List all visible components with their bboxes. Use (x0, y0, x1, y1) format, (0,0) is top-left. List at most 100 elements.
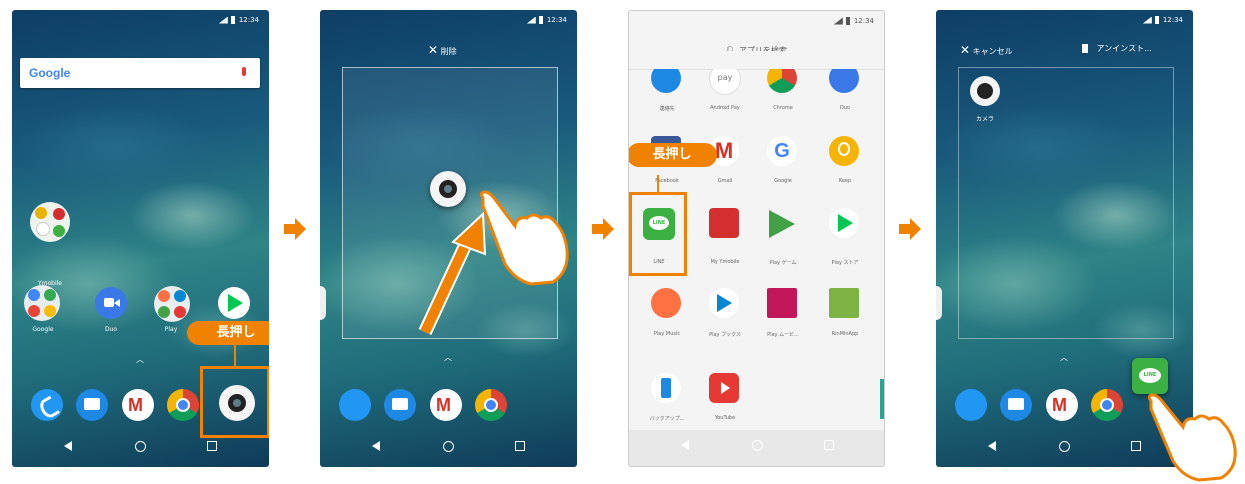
battery-icon (845, 17, 850, 25)
play-store-icon[interactable] (218, 287, 250, 319)
arrow-right-icon (592, 218, 614, 240)
mic-icon[interactable] (242, 67, 246, 76)
app-label: My Ymobile (710, 259, 740, 265)
play-books-icon[interactable] (709, 288, 739, 318)
youtube-icon[interactable] (709, 373, 739, 403)
search-bar-cover (629, 51, 884, 69)
gmail-icon[interactable]: M (1046, 389, 1078, 421)
remove-label: 削除 (440, 47, 457, 56)
messages-icon[interactable] (384, 389, 416, 421)
status-time: 12:34 (238, 16, 259, 24)
my-ymobile-icon[interactable] (709, 208, 739, 238)
scroll-indicator[interactable] (880, 379, 884, 419)
recents-icon[interactable] (1131, 441, 1141, 451)
recents-icon[interactable] (824, 440, 834, 450)
app-label: YouTube (714, 415, 736, 421)
chrome-icon[interactable] (1091, 389, 1123, 421)
play-folder-icon[interactable] (154, 286, 190, 322)
nav-bar (629, 430, 884, 466)
home-icon[interactable] (1059, 441, 1070, 452)
google-folder-icon[interactable] (24, 285, 60, 321)
status-time: 12:34 (1162, 16, 1183, 24)
phone-icon[interactable] (31, 389, 63, 421)
app-label: Play ムービ... (767, 332, 799, 338)
folder-icon[interactable] (30, 202, 70, 242)
close-icon: ✕ (960, 43, 971, 57)
app-label: Keep (838, 178, 852, 184)
recents-icon[interactable] (515, 441, 525, 451)
app-label: Play ストア (831, 260, 859, 266)
messages-icon[interactable] (1000, 389, 1032, 421)
arrow-right-icon (899, 218, 921, 240)
duo-label: Duo (104, 326, 118, 333)
google-icon[interactable]: G (767, 136, 797, 166)
gmail-icon[interactable]: M (122, 389, 154, 421)
back-icon[interactable] (64, 441, 72, 451)
phone-screen-2: 12:34 ✕ 削除 ︿ M (320, 10, 577, 467)
play-music-icon[interactable] (651, 288, 681, 318)
app-label: LINE (653, 259, 665, 265)
signal-icon (218, 16, 228, 24)
app-drawer-up-icon[interactable]: ︿ (136, 354, 144, 365)
google-label: Google (32, 326, 54, 333)
camera-icon[interactable] (219, 385, 255, 421)
phone-screen-1: 12:34 Google Ymobile Google Duo Play ︿ M… (12, 10, 269, 467)
signal-icon (1142, 16, 1152, 24)
app-label: RinMinApp (831, 331, 859, 337)
signal-icon (833, 17, 843, 25)
home-icon[interactable] (135, 441, 146, 452)
status-bar: 12:34 (12, 10, 269, 30)
phone-icon[interactable] (955, 389, 987, 421)
status-time: 12:34 (546, 16, 567, 24)
app-drawer-up-icon[interactable]: ︿ (1060, 352, 1068, 363)
line-icon-text: LINE (1139, 368, 1161, 383)
nav-bar (320, 427, 577, 467)
line-icon[interactable]: LINE (643, 208, 675, 240)
app-label: Facebook (655, 178, 679, 184)
gmail-icon[interactable]: M (430, 389, 462, 421)
long-press-callout: 長押し (187, 321, 269, 345)
app-label: Android Pay (710, 105, 740, 111)
back-icon[interactable] (372, 441, 380, 451)
back-icon[interactable] (681, 440, 689, 450)
status-bar: 12:34 (629, 11, 884, 31)
app-label: Chrome (773, 105, 793, 111)
camera-icon[interactable] (970, 76, 1000, 106)
app-label: Play ブックス (709, 332, 741, 338)
side-page-peek (320, 286, 326, 320)
hand-pointer-icon (479, 190, 569, 286)
remove-target[interactable]: ✕ 削除 (428, 43, 457, 57)
phone-screen-3: 12:34 🔍︎ アプリを検索 pay 連絡先 Android Pay Chro… (628, 10, 885, 467)
duo-icon[interactable] (95, 287, 127, 319)
play-movies-icon[interactable] (767, 288, 797, 318)
cancel-target[interactable]: ✕ キャンセル (960, 43, 1013, 57)
app-drawer-up-icon[interactable]: ︿ (444, 352, 452, 363)
play-store-icon[interactable] (829, 208, 859, 238)
camera-label: カメラ (975, 116, 994, 123)
google-search-bar[interactable]: Google (20, 58, 260, 88)
back-icon[interactable] (988, 441, 996, 451)
app-label: Google (774, 178, 792, 184)
app-label: バックアップ... (649, 416, 685, 422)
hand-pointer-icon (1147, 393, 1237, 482)
home-icon[interactable] (443, 441, 454, 452)
phone-icon[interactable] (339, 389, 371, 421)
play-games-icon[interactable] (767, 208, 797, 238)
home-icon[interactable] (752, 440, 763, 451)
chrome-icon[interactable] (475, 389, 507, 421)
camera-icon-dragging[interactable] (430, 171, 466, 207)
google-logo: Google (29, 66, 71, 80)
recents-icon[interactable] (207, 441, 217, 451)
side-page-peek (936, 286, 942, 320)
line-icon-dragging[interactable]: LINE (1132, 358, 1168, 394)
status-bar: 12:34 (936, 10, 1193, 30)
line-icon-text: LINE (649, 216, 669, 230)
trash-icon (1082, 44, 1088, 53)
uninstall-target[interactable]: アンインスト... (1082, 43, 1152, 54)
keep-icon[interactable] (829, 136, 859, 166)
close-icon: ✕ (428, 43, 439, 57)
chrome-icon[interactable] (167, 389, 199, 421)
rinminapp-icon[interactable] (829, 288, 859, 318)
messages-icon[interactable] (76, 389, 108, 421)
backup-icon[interactable] (651, 373, 681, 403)
